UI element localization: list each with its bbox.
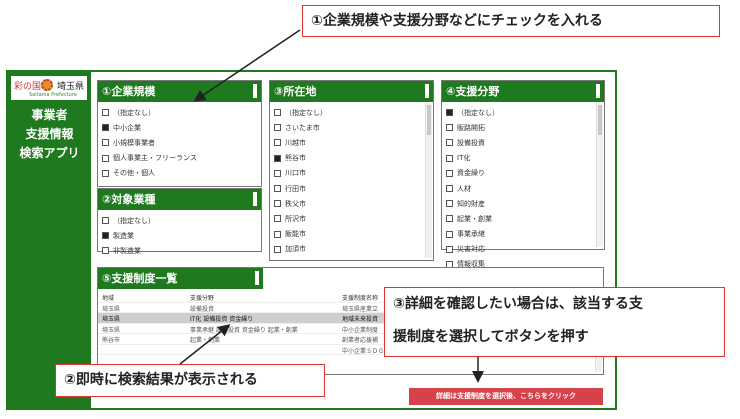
arrow-1	[193, 29, 301, 102]
callout-3-line: ③詳細を確認したい場合は、該当する支	[393, 296, 643, 312]
callout-3: ③詳細を確認したい場合は、該当する支 援制度を選択してボタンを押す	[384, 287, 725, 357]
callout-2: ②即時に検索結果が表示される	[55, 364, 325, 397]
callout-3-line: 援制度を選択してボタンを押す	[393, 329, 589, 345]
arrow-2	[179, 324, 231, 365]
callout-1: ①企業規模や支援分野などにチェックを入れる	[302, 5, 720, 37]
